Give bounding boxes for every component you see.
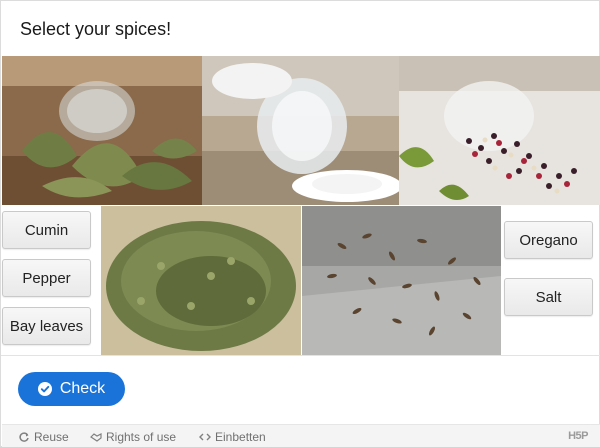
divider <box>1 355 600 356</box>
embed-label: Einbetten <box>215 430 266 444</box>
reuse-label: Reuse <box>34 430 69 444</box>
reuse-icon <box>19 432 29 442</box>
handshake-icon <box>90 433 102 442</box>
check-button-label: Check <box>59 380 106 397</box>
word-salt[interactable]: Salt <box>504 278 593 316</box>
task-title: Select your spices! <box>20 19 172 39</box>
word-pepper[interactable]: Pepper <box>2 259 91 297</box>
word-cumin[interactable]: Cumin <box>2 211 91 249</box>
check-circle-icon <box>37 382 52 396</box>
footer-bar: Reuse Rights of use Einbetten H5P <box>2 424 600 447</box>
reuse-link[interactable]: Reuse <box>18 430 69 444</box>
h5p-content-frame: Select your spices! Cumin Pepper Bay lea… <box>0 0 600 447</box>
embed-link[interactable]: Einbetten <box>199 430 266 444</box>
rights-of-use-label: Rights of use <box>106 430 177 444</box>
peppercorns-jar-image <box>399 56 600 205</box>
word-oregano[interactable]: Oregano <box>504 221 593 259</box>
bay-leaves-jar-image <box>2 56 202 205</box>
cumin-seeds-image <box>302 206 501 355</box>
check-button[interactable]: Check <box>18 372 125 406</box>
salt-shaker-image <box>202 56 399 205</box>
code-icon <box>199 433 211 441</box>
word-bay-leaves[interactable]: Bay leaves <box>2 307 91 345</box>
rights-of-use-link[interactable]: Rights of use <box>90 430 176 444</box>
h5p-logo[interactable]: H5P <box>568 430 588 442</box>
oregano-image <box>101 206 301 355</box>
